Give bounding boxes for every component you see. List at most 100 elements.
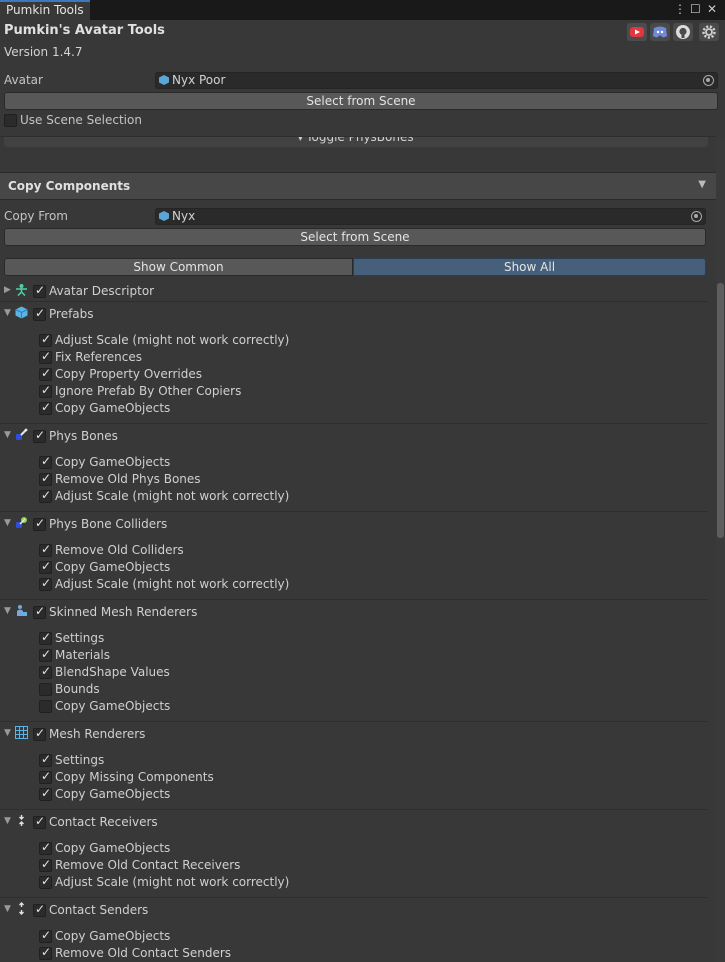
option-checkbox[interactable] xyxy=(39,874,52,889)
dropdown-icon: ▾ xyxy=(298,136,303,143)
copy-from-select-from-scene-button[interactable]: Select from Scene xyxy=(4,228,706,246)
physbone-icon xyxy=(15,428,28,440)
foldout-arrow-icon[interactable]: ▼ xyxy=(4,728,14,738)
option-checkbox[interactable] xyxy=(39,630,52,645)
option-label: Copy GameObjects xyxy=(55,841,171,855)
copy-from-object-field[interactable]: Nyx xyxy=(155,208,706,225)
component-separator xyxy=(0,301,708,302)
option-label: Remove Old Contact Senders xyxy=(55,946,232,960)
foldout-arrow-icon[interactable]: ▼ xyxy=(4,430,14,440)
component-checkbox[interactable] xyxy=(33,516,46,531)
option-checkbox[interactable] xyxy=(39,542,52,557)
option-label: Adjust Scale (might not work correctly) xyxy=(55,489,290,503)
component-label: Avatar Descriptor xyxy=(49,284,155,298)
component-separator xyxy=(0,511,708,512)
option-label: Remove Old Phys Bones xyxy=(55,472,201,486)
avatar-select-from-scene-button[interactable]: Select from Scene xyxy=(4,92,718,110)
option-label: Copy GameObjects xyxy=(55,455,171,469)
option-checkbox[interactable] xyxy=(39,752,52,767)
option-label: Fix References xyxy=(55,350,142,364)
option-checkbox[interactable] xyxy=(39,700,52,713)
contact-sender-icon xyxy=(15,902,27,915)
option-checkbox[interactable] xyxy=(39,576,52,591)
option-checkbox[interactable] xyxy=(39,471,52,486)
option-checkbox[interactable] xyxy=(39,664,52,679)
option-checkbox[interactable] xyxy=(39,332,52,347)
option-checkbox[interactable] xyxy=(39,454,52,469)
show-all-button[interactable]: Show All xyxy=(353,258,706,276)
option-checkbox[interactable] xyxy=(39,945,52,960)
avatar-label: Avatar xyxy=(4,73,43,87)
option-checkbox[interactable] xyxy=(39,857,52,872)
foldout-arrow-icon[interactable]: ▼ xyxy=(4,816,14,826)
option-label: Settings xyxy=(55,631,105,645)
foldout-arrow-icon[interactable]: ▼ xyxy=(4,518,14,528)
window-menu-icon[interactable]: ⋮ xyxy=(674,2,686,16)
copy-from-value: Nyx xyxy=(172,209,196,223)
tab-pumkin-tools[interactable]: Pumkin Tools xyxy=(0,0,90,20)
option-checkbox[interactable] xyxy=(39,349,52,364)
option-label: Copy GameObjects xyxy=(55,699,171,713)
component-checkbox[interactable] xyxy=(33,814,46,829)
show-common-button[interactable]: Show Common xyxy=(4,258,353,276)
option-label: Copy GameObjects xyxy=(55,929,171,943)
foldout-arrow-icon[interactable]: ▶ xyxy=(4,285,14,295)
copy-components-header[interactable]: Copy Components ▼ xyxy=(0,172,716,200)
foldout-arrow-icon[interactable]: ▼ xyxy=(4,606,14,616)
copy-from-label: Copy From xyxy=(4,209,68,223)
scrollbar-thumb[interactable] xyxy=(717,283,724,538)
component-separator xyxy=(0,423,708,424)
close-icon[interactable]: ✕ xyxy=(707,2,717,16)
option-label: Settings xyxy=(55,753,105,767)
component-checkbox[interactable] xyxy=(33,306,46,321)
option-label: Copy GameObjects xyxy=(55,787,171,801)
option-checkbox[interactable] xyxy=(39,928,52,943)
prefab-cube-icon xyxy=(15,306,28,319)
discord-icon[interactable] xyxy=(650,23,670,41)
scrollbar-track[interactable] xyxy=(716,140,725,962)
object-picker-icon[interactable] xyxy=(691,211,702,222)
component-checkbox[interactable] xyxy=(33,428,46,443)
foldout-arrow-icon[interactable]: ▼ xyxy=(4,904,14,914)
foldout-arrow-icon[interactable]: ▼ xyxy=(4,308,14,318)
github-icon[interactable] xyxy=(673,23,693,41)
component-label: Phys Bones xyxy=(49,429,118,443)
option-checkbox[interactable] xyxy=(39,683,52,696)
use-scene-selection-checkbox[interactable] xyxy=(4,114,17,127)
option-label: Materials xyxy=(55,648,111,662)
maximize-icon[interactable]: ☐ xyxy=(690,2,701,16)
page-title: Pumkin's Avatar Tools xyxy=(4,23,165,38)
option-checkbox[interactable] xyxy=(39,559,52,574)
physbone-collider-icon xyxy=(15,516,27,528)
option-checkbox[interactable] xyxy=(39,647,52,662)
option-checkbox[interactable] xyxy=(39,488,52,503)
component-label: Skinned Mesh Renderers xyxy=(49,605,198,619)
option-checkbox[interactable] xyxy=(39,786,52,801)
option-checkbox[interactable] xyxy=(39,400,52,415)
option-checkbox[interactable] xyxy=(39,769,52,784)
component-separator xyxy=(0,599,708,600)
avatar-descriptor-icon xyxy=(15,283,27,297)
component-checkbox[interactable] xyxy=(33,283,46,298)
youtube-icon[interactable] xyxy=(627,23,647,41)
option-label: Copy GameObjects xyxy=(55,401,171,415)
component-checkbox[interactable] xyxy=(33,902,46,917)
option-label: Adjust Scale (might not work correctly) xyxy=(55,875,290,889)
option-label: Copy Missing Components xyxy=(55,770,214,784)
skinned-mesh-renderer-icon xyxy=(15,604,27,616)
contact-receiver-icon xyxy=(15,814,27,826)
component-checkbox[interactable] xyxy=(33,604,46,619)
component-checkbox[interactable] xyxy=(33,726,46,741)
gameobject-icon xyxy=(159,75,169,85)
toggle-physbones-button[interactable]: ▾ Toggle PhysBones xyxy=(4,136,708,147)
clipped-toolbar: ▾ Toggle PhysBones xyxy=(0,136,716,149)
settings-icon[interactable] xyxy=(699,23,719,41)
object-picker-icon[interactable] xyxy=(703,75,714,86)
option-checkbox[interactable] xyxy=(39,383,52,398)
option-checkbox[interactable] xyxy=(39,366,52,381)
option-checkbox[interactable] xyxy=(39,840,52,855)
avatar-value: Nyx Poor xyxy=(172,73,226,87)
option-label: Copy GameObjects xyxy=(55,560,171,574)
avatar-object-field[interactable]: Nyx Poor xyxy=(155,72,718,89)
use-scene-selection-label: Use Scene Selection xyxy=(20,113,142,127)
